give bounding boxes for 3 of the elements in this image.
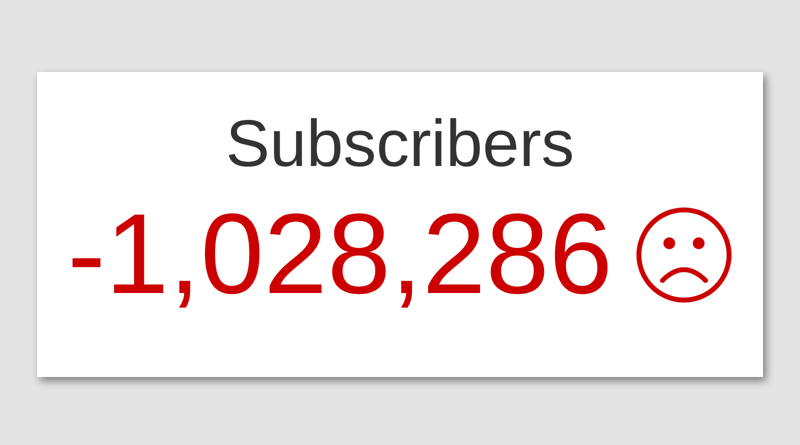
card-title: Subscribers <box>226 110 574 176</box>
subscriber-count: -1,028,286 <box>67 198 613 312</box>
sad-face-icon <box>634 206 733 304</box>
